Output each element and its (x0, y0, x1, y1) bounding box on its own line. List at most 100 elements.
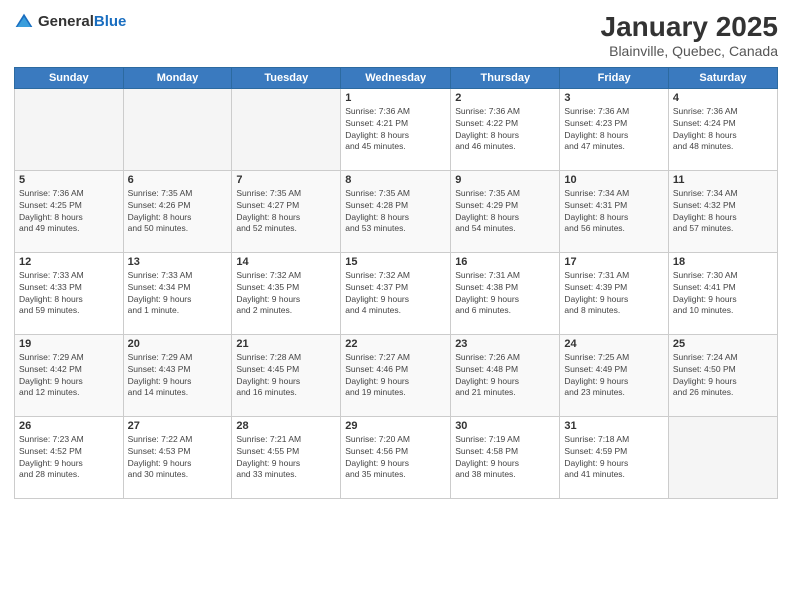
day-number: 2 (455, 92, 555, 104)
calendar-day-cell: 22 Sunrise: 7:27 AM Sunset: 4:46 PM Dayli… (341, 334, 451, 416)
calendar-day-cell: 14 Sunrise: 7:32 AM Sunset: 4:35 PM Dayli… (232, 252, 341, 334)
day-number: 4 (673, 92, 773, 104)
day-info: Sunrise: 7:35 AM Sunset: 4:28 PM Dayligh… (345, 188, 446, 236)
calendar-table: SundayMondayTuesdayWednesdayThursdayFrid… (14, 67, 778, 499)
calendar-day-header: Saturday (668, 67, 777, 88)
calendar-header-row: SundayMondayTuesdayWednesdayThursdayFrid… (15, 67, 778, 88)
calendar-day-cell: 24Sunrise: 7:25 AM Sunset: 4:49 PM Dayli… (560, 334, 668, 416)
calendar-week-row: 26 Sunrise: 7:23 AM Sunset: 4:52 PM Dayli… (15, 416, 778, 498)
day-number: 22 (345, 338, 446, 350)
calendar-day-cell: 18 Sunrise: 7:30 AM Sunset: 4:41 PM Dayli… (668, 252, 777, 334)
logo-icon (14, 12, 34, 32)
day-info: Sunrise: 7:36 AM Sunset: 4:22 PM Dayligh… (455, 106, 555, 154)
day-info: Sunrise: 7:31 AM Sunset: 4:39 PM Dayligh… (564, 270, 663, 318)
day-number: 31 (564, 420, 663, 432)
day-info: Sunrise: 7:28 AM Sunset: 4:45 PM Dayligh… (236, 352, 336, 400)
day-number: 8 (345, 174, 446, 186)
title-section: January 2025 Blainville, Quebec, Canada (601, 12, 778, 59)
calendar-day-cell: 2 Sunrise: 7:36 AM Sunset: 4:22 PM Daylig… (451, 88, 560, 170)
calendar-week-row: 19 Sunrise: 7:29 AM Sunset: 4:42 PM Dayli… (15, 334, 778, 416)
calendar-week-row: 12Sunrise: 7:33 AM Sunset: 4:33 PM Dayli… (15, 252, 778, 334)
calendar-day-cell (232, 88, 341, 170)
calendar-day-cell (15, 88, 124, 170)
day-number: 25 (673, 338, 773, 350)
day-number: 9 (455, 174, 555, 186)
day-info: Sunrise: 7:35 AM Sunset: 4:29 PM Dayligh… (455, 188, 555, 236)
calendar-day-cell: 8 Sunrise: 7:35 AM Sunset: 4:28 PM Daylig… (341, 170, 451, 252)
day-info: Sunrise: 7:27 AM Sunset: 4:46 PM Dayligh… (345, 352, 446, 400)
logo-general: General (38, 13, 94, 30)
calendar-day-cell: 25 Sunrise: 7:24 AM Sunset: 4:50 PM Dayli… (668, 334, 777, 416)
calendar-day-cell: 7 Sunrise: 7:35 AM Sunset: 4:27 PM Daylig… (232, 170, 341, 252)
calendar-day-cell: 26 Sunrise: 7:23 AM Sunset: 4:52 PM Dayli… (15, 416, 124, 498)
day-info: Sunrise: 7:29 AM Sunset: 4:42 PM Dayligh… (19, 352, 119, 400)
day-number: 26 (19, 420, 119, 432)
page-container: GeneralBlue January 2025 Blainville, Que… (0, 0, 792, 612)
calendar-day-header: Monday (123, 67, 232, 88)
calendar-week-row: 1Sunrise: 7:36 AM Sunset: 4:21 PM Daylig… (15, 88, 778, 170)
page-header: GeneralBlue January 2025 Blainville, Que… (14, 12, 778, 59)
calendar-day-cell: 13 Sunrise: 7:33 AM Sunset: 4:34 PM Dayli… (123, 252, 232, 334)
day-info: Sunrise: 7:35 AM Sunset: 4:26 PM Dayligh… (128, 188, 228, 236)
calendar-day-cell: 20Sunrise: 7:29 AM Sunset: 4:43 PM Dayli… (123, 334, 232, 416)
calendar-day-cell: 12Sunrise: 7:33 AM Sunset: 4:33 PM Dayli… (15, 252, 124, 334)
day-info: Sunrise: 7:24 AM Sunset: 4:50 PM Dayligh… (673, 352, 773, 400)
calendar-day-cell: 15Sunrise: 7:32 AM Sunset: 4:37 PM Dayli… (341, 252, 451, 334)
day-number: 13 (128, 256, 228, 268)
calendar-day-cell: 28Sunrise: 7:21 AM Sunset: 4:55 PM Dayli… (232, 416, 341, 498)
calendar-day-cell: 30 Sunrise: 7:19 AM Sunset: 4:58 PM Dayli… (451, 416, 560, 498)
calendar-day-cell: 17Sunrise: 7:31 AM Sunset: 4:39 PM Dayli… (560, 252, 668, 334)
day-number: 30 (455, 420, 555, 432)
day-number: 19 (19, 338, 119, 350)
day-number: 29 (345, 420, 446, 432)
calendar-day-cell: 3Sunrise: 7:36 AM Sunset: 4:23 PM Daylig… (560, 88, 668, 170)
day-number: 27 (128, 420, 228, 432)
day-info: Sunrise: 7:36 AM Sunset: 4:24 PM Dayligh… (673, 106, 773, 154)
day-number: 16 (455, 256, 555, 268)
calendar-day-cell (123, 88, 232, 170)
calendar-day-header: Wednesday (341, 67, 451, 88)
calendar-day-cell (668, 416, 777, 498)
day-number: 7 (236, 174, 336, 186)
day-info: Sunrise: 7:26 AM Sunset: 4:48 PM Dayligh… (455, 352, 555, 400)
day-info: Sunrise: 7:33 AM Sunset: 4:34 PM Dayligh… (128, 270, 228, 318)
day-info: Sunrise: 7:23 AM Sunset: 4:52 PM Dayligh… (19, 434, 119, 482)
day-number: 1 (345, 92, 446, 104)
day-number: 18 (673, 256, 773, 268)
day-info: Sunrise: 7:32 AM Sunset: 4:35 PM Dayligh… (236, 270, 336, 318)
day-info: Sunrise: 7:32 AM Sunset: 4:37 PM Dayligh… (345, 270, 446, 318)
day-info: Sunrise: 7:34 AM Sunset: 4:31 PM Dayligh… (564, 188, 663, 236)
calendar-title: January 2025 (601, 12, 778, 43)
calendar-day-cell: 29Sunrise: 7:20 AM Sunset: 4:56 PM Dayli… (341, 416, 451, 498)
day-info: Sunrise: 7:30 AM Sunset: 4:41 PM Dayligh… (673, 270, 773, 318)
day-info: Sunrise: 7:18 AM Sunset: 4:59 PM Dayligh… (564, 434, 663, 482)
calendar-subtitle: Blainville, Quebec, Canada (601, 43, 778, 59)
day-number: 28 (236, 420, 336, 432)
logo-text: GeneralBlue (38, 13, 126, 31)
calendar-day-cell: 10Sunrise: 7:34 AM Sunset: 4:31 PM Dayli… (560, 170, 668, 252)
day-number: 3 (564, 92, 663, 104)
day-info: Sunrise: 7:36 AM Sunset: 4:25 PM Dayligh… (19, 188, 119, 236)
calendar-day-cell: 5Sunrise: 7:36 AM Sunset: 4:25 PM Daylig… (15, 170, 124, 252)
calendar-day-cell: 11Sunrise: 7:34 AM Sunset: 4:32 PM Dayli… (668, 170, 777, 252)
calendar-day-header: Thursday (451, 67, 560, 88)
day-number: 14 (236, 256, 336, 268)
calendar-day-cell: 31 Sunrise: 7:18 AM Sunset: 4:59 PM Dayli… (560, 416, 668, 498)
logo: GeneralBlue (14, 12, 126, 32)
calendar-day-header: Sunday (15, 67, 124, 88)
calendar-day-cell: 9 Sunrise: 7:35 AM Sunset: 4:29 PM Daylig… (451, 170, 560, 252)
day-info: Sunrise: 7:19 AM Sunset: 4:58 PM Dayligh… (455, 434, 555, 482)
calendar-day-cell: 4 Sunrise: 7:36 AM Sunset: 4:24 PM Daylig… (668, 88, 777, 170)
day-number: 20 (128, 338, 228, 350)
day-number: 6 (128, 174, 228, 186)
calendar-week-row: 5Sunrise: 7:36 AM Sunset: 4:25 PM Daylig… (15, 170, 778, 252)
day-number: 21 (236, 338, 336, 350)
calendar-day-cell: 6 Sunrise: 7:35 AM Sunset: 4:26 PM Daylig… (123, 170, 232, 252)
day-info: Sunrise: 7:25 AM Sunset: 4:49 PM Dayligh… (564, 352, 663, 400)
calendar-day-cell: 16Sunrise: 7:31 AM Sunset: 4:38 PM Dayli… (451, 252, 560, 334)
calendar-day-header: Friday (560, 67, 668, 88)
day-number: 11 (673, 174, 773, 186)
calendar-day-cell: 23Sunrise: 7:26 AM Sunset: 4:48 PM Dayli… (451, 334, 560, 416)
day-info: Sunrise: 7:35 AM Sunset: 4:27 PM Dayligh… (236, 188, 336, 236)
day-number: 12 (19, 256, 119, 268)
